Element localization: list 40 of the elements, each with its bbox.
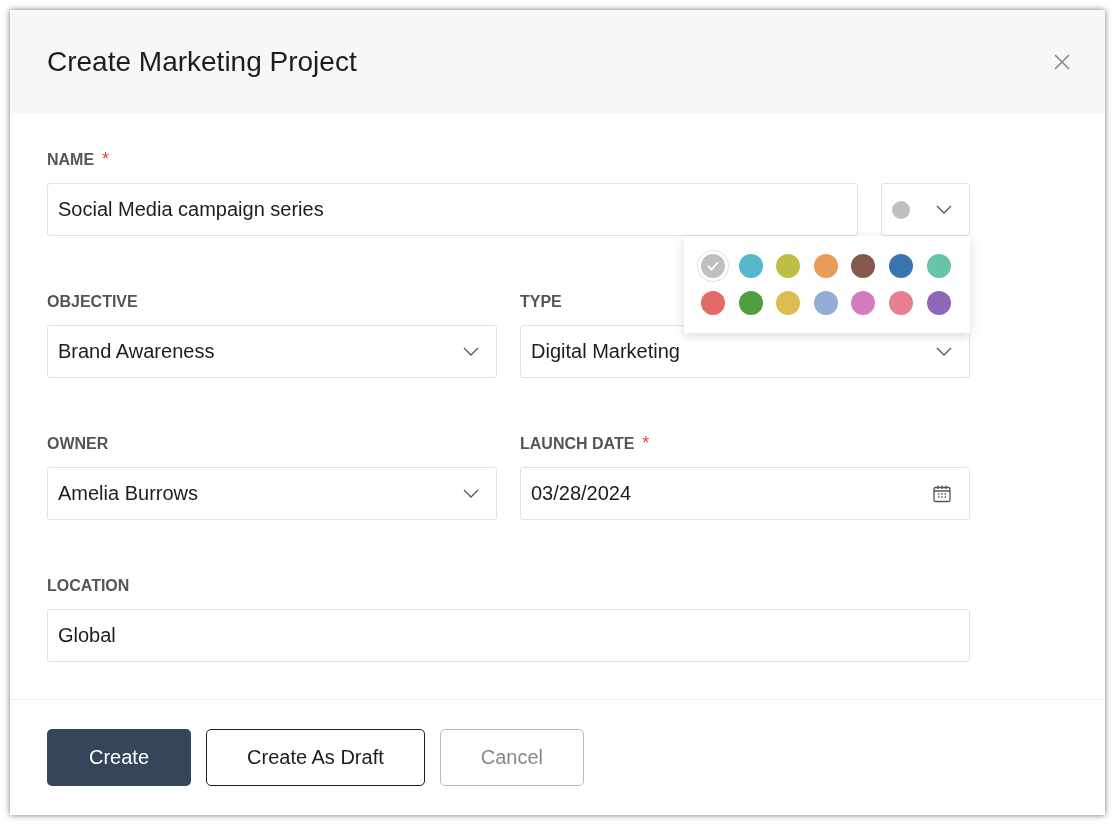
close-icon[interactable] [1053, 52, 1071, 71]
create-button[interactable]: Create [47, 729, 192, 786]
select-field[interactable]: Brand Awareness [47, 325, 497, 378]
chevron-down-icon [463, 488, 479, 499]
field-label: NAME [47, 151, 95, 169]
chevron-down-icon [936, 346, 952, 357]
field-label: LOCATION [47, 577, 130, 595]
cancel-button[interactable]: Cancel [439, 729, 584, 786]
color-swatch[interactable] [888, 291, 913, 315]
color-swatch[interactable] [926, 254, 951, 278]
required-asterisk: * [102, 151, 110, 167]
color-dot [892, 200, 910, 219]
color-swatch[interactable] [738, 291, 763, 315]
dialog-title: Create Marketing Project [47, 45, 357, 78]
field-label: TYPE [520, 293, 562, 311]
color-swatch[interactable] [738, 254, 763, 278]
field-label: LAUNCH DATE [520, 435, 635, 453]
select-field[interactable]: Digital Marketing [520, 325, 970, 378]
calendar-icon[interactable] [932, 483, 952, 504]
color-swatch[interactable] [776, 291, 801, 315]
chevron-down-icon [463, 346, 479, 357]
field-label: OWNER [47, 435, 109, 453]
name-input-field[interactable]: Social Media campaign series [47, 183, 858, 236]
required-asterisk: * [642, 435, 650, 451]
check-icon [707, 261, 719, 271]
color-swatch[interactable] [851, 291, 876, 315]
color-swatch[interactable] [701, 291, 725, 315]
input-field[interactable]: Global [47, 609, 970, 662]
color-swatch[interactable] [888, 254, 913, 278]
color-swatch[interactable] [776, 254, 801, 278]
draft-button[interactable]: Create As Draft [206, 729, 425, 786]
chevron-down-icon [936, 204, 952, 215]
select-field[interactable]: Amelia Burrows [47, 467, 497, 520]
color-swatch[interactable] [813, 254, 838, 278]
color-swatch[interactable] [813, 291, 838, 315]
color-swatch[interactable] [701, 254, 725, 278]
field-label: OBJECTIVE [47, 293, 138, 311]
color-swatch[interactable] [851, 254, 876, 278]
color-swatch[interactable] [926, 291, 951, 315]
date-field[interactable]: 03/28/2024 [520, 467, 970, 520]
